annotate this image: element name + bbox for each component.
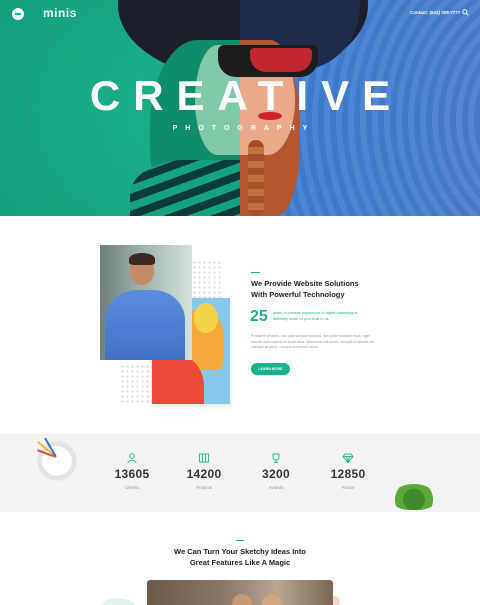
- decorative-blob-left: [100, 598, 136, 605]
- about-heading-line-2: With Powerful Technology: [251, 290, 345, 299]
- portrait-arms: [115, 325, 177, 339]
- team-person-head: [262, 594, 282, 605]
- hero-subtitle: PHOTOGRAPHY: [172, 125, 316, 132]
- about-heading: We Provide Website Solutions With Powerf…: [251, 278, 401, 300]
- contact-link[interactable]: Contact: (843) 308-7777: [410, 10, 460, 15]
- about-heading-line-1: We Provide Website Solutions: [251, 279, 359, 288]
- accent-line: [236, 540, 244, 541]
- about-section: We Provide Website Solutions With Powerf…: [0, 216, 480, 434]
- features-heading: We Can Turn Your Sketchy Ideas Into Grea…: [0, 546, 480, 568]
- stat-label: Projects: [195, 485, 213, 490]
- art-yellow-shape: [194, 303, 218, 333]
- team-photo: [147, 580, 333, 605]
- stat-label: Praise: [341, 485, 355, 490]
- book-icon: [199, 453, 209, 463]
- stat-value: 3200: [262, 467, 290, 481]
- about-body-text: Praesent sit amet, orci quis suscipit vo…: [251, 334, 375, 349]
- plant-decoration: [392, 484, 436, 510]
- hero-sunglasses-lens: [250, 48, 312, 72]
- stat-label: Awards: [268, 485, 284, 490]
- features-heading-line-1: We Can Turn Your Sketchy Ideas Into: [174, 547, 306, 556]
- years-number: 25: [250, 308, 268, 325]
- portrait-hair: [129, 253, 155, 265]
- learn-more-button[interactable]: LEARN MORE: [251, 363, 290, 375]
- stat-value: 14200: [186, 467, 222, 481]
- stat-praise: 12850 Praise: [318, 452, 378, 490]
- stats-section: 13605 Clients 14200 Projects 3200 Awards…: [0, 434, 480, 512]
- user-icon: [127, 453, 137, 464]
- diamond-icon: [342, 453, 354, 464]
- award-icon: [272, 453, 280, 463]
- brand-name[interactable]: minis: [43, 6, 77, 20]
- man-portrait-photo: [100, 245, 192, 360]
- hero-braid: [248, 140, 264, 216]
- accent-line: [251, 272, 260, 273]
- stat-value: 12850: [330, 467, 366, 481]
- stat-value: 13605: [114, 467, 150, 481]
- team-person-head: [232, 594, 252, 605]
- logo-icon[interactable]: [12, 8, 24, 20]
- stat-label: Clients: [125, 485, 139, 490]
- stat-projects: 14200 Projects: [174, 452, 234, 490]
- stat-clients: 13605 Clients: [102, 452, 162, 490]
- years-caption: years of creative experience in digital …: [273, 311, 357, 321]
- features-section: We Can Turn Your Sketchy Ideas Into Grea…: [0, 512, 480, 605]
- search-icon[interactable]: [462, 9, 469, 16]
- features-heading-line-2: Great Features Like A Magic: [189, 558, 291, 567]
- hero-section: minis Contact: (843) 308-7777 CREATIVE P…: [0, 0, 480, 216]
- hero-title: CREATIVE: [89, 72, 404, 119]
- stat-awards: 3200 Awards: [246, 452, 306, 490]
